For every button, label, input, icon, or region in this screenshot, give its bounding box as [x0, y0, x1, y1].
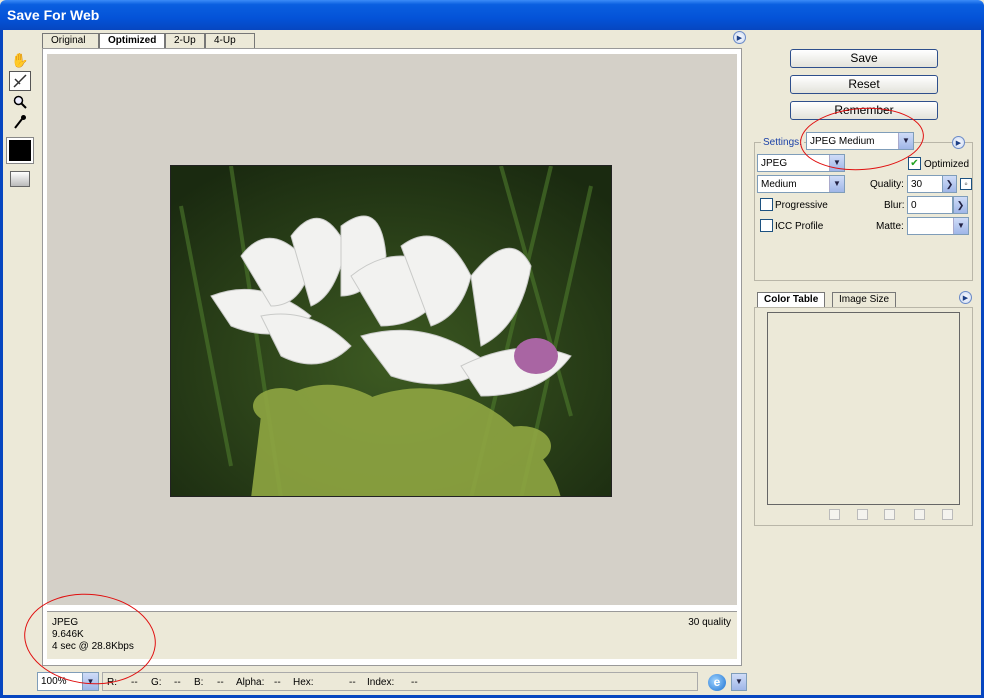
index-label: Index:	[367, 677, 395, 688]
tab-image-size[interactable]: Image Size	[832, 292, 897, 307]
color-table[interactable]	[767, 312, 960, 505]
b-value: --	[217, 677, 224, 688]
g-label: G:	[151, 677, 162, 688]
color-table-menu-icon[interactable]: ▶	[959, 291, 972, 304]
chevron-down-icon[interactable]: ▼	[82, 673, 98, 690]
chevron-down-icon[interactable]: ▼	[829, 176, 844, 192]
chevron-down-icon[interactable]: ▼	[898, 133, 913, 149]
format-select[interactable]: JPEG ▼	[757, 154, 845, 172]
b-label: B:	[194, 677, 204, 688]
settings-preset-select[interactable]: JPEG Medium ▼	[806, 132, 914, 150]
slice-select-icon[interactable]	[9, 71, 31, 91]
zoom-value: 100%	[41, 676, 67, 687]
reset-button[interactable]: Reset	[790, 75, 938, 94]
save-button[interactable]: Save	[790, 49, 938, 68]
lock-icon[interactable]	[884, 509, 895, 520]
hex-label: Hex:	[293, 677, 314, 688]
remember-button[interactable]: Remember	[790, 101, 938, 120]
eyedropper-color-swatch[interactable]	[6, 137, 34, 164]
alpha-label: Alpha:	[236, 677, 265, 688]
preview-menu-icon[interactable]: ▶	[733, 31, 746, 44]
browser-preview-icon[interactable]: e	[708, 674, 726, 691]
zoom-icon[interactable]	[9, 92, 31, 112]
settings-label: Settings:	[761, 137, 804, 148]
optimization-info: JPEG 9.646K 4 sec @ 28.8Kbps 30 quality	[47, 611, 737, 659]
eyedropper-icon[interactable]	[9, 112, 31, 132]
progressive-checkbox[interactable]	[760, 198, 773, 211]
quality-preset-value: Medium	[761, 179, 797, 190]
settings-preset-value: JPEG Medium	[810, 136, 875, 147]
r-value: --	[131, 677, 138, 688]
info-format: JPEG	[52, 617, 79, 628]
quality-input[interactable]: 30	[907, 175, 943, 193]
progressive-label: Progressive	[775, 200, 828, 211]
matte-select[interactable]: ▼	[907, 217, 969, 235]
optimized-image[interactable]	[170, 165, 612, 497]
map-color-icon[interactable]	[829, 509, 840, 520]
trash-icon[interactable]	[942, 509, 953, 520]
tab-2up[interactable]: 2-Up	[165, 33, 205, 48]
tab-original[interactable]: Original	[42, 33, 99, 48]
quality-stepper-icon[interactable]: ❯	[942, 175, 957, 193]
tab-color-table[interactable]: Color Table	[757, 292, 826, 307]
alpha-value: --	[274, 677, 281, 688]
blur-input[interactable]: 0	[907, 196, 953, 214]
info-quality: 30 quality	[688, 617, 731, 628]
r-label: R:	[107, 677, 117, 688]
chevron-down-icon[interactable]: ▼	[829, 155, 844, 171]
chevron-down-icon[interactable]: ▼	[953, 218, 968, 234]
quality-mask-icon[interactable]: ◦	[960, 178, 972, 190]
icc-profile-checkbox[interactable]	[760, 219, 773, 232]
browser-select-chevron-icon[interactable]: ▼	[731, 673, 747, 691]
web-shift-icon[interactable]	[857, 509, 868, 520]
index-value: --	[411, 677, 418, 688]
quality-preset-select[interactable]: Medium ▼	[757, 175, 845, 193]
zoom-select[interactable]: 100% ▼	[37, 672, 99, 691]
optimized-checkbox[interactable]: ✔	[908, 157, 921, 170]
format-value: JPEG	[761, 158, 788, 169]
new-color-icon[interactable]	[914, 509, 925, 520]
blur-stepper-icon[interactable]: ❯	[953, 196, 968, 214]
toggle-slices-icon[interactable]	[10, 171, 30, 187]
blur-label: Blur:	[884, 200, 905, 211]
color-readout: R: -- G: -- B: -- Alpha: -- Hex: -- Inde…	[102, 672, 698, 691]
tab-4up[interactable]: 4-Up	[205, 33, 255, 48]
optimized-label: Optimized	[924, 159, 970, 170]
tab-optimized[interactable]: Optimized	[99, 33, 165, 48]
matte-label: Matte:	[876, 221, 904, 232]
icc-profile-label: ICC Profile	[775, 221, 824, 232]
optimize-menu-icon[interactable]: ▶	[952, 136, 965, 149]
info-size: 9.646K	[52, 629, 84, 640]
g-value: --	[174, 677, 181, 688]
window-title: Save For Web	[0, 0, 984, 30]
hex-value: --	[349, 677, 356, 688]
quality-label: Quality:	[870, 179, 904, 190]
hand-icon[interactable]: ✋	[9, 50, 31, 70]
info-download-time: 4 sec @ 28.8Kbps	[52, 641, 134, 652]
